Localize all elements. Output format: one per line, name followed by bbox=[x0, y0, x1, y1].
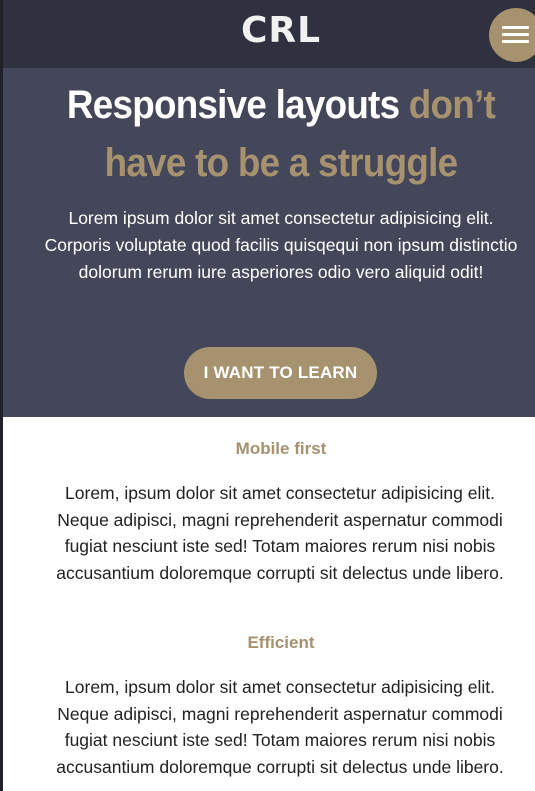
hamburger-menu-icon bbox=[502, 26, 529, 29]
hero-title-main: Responsive layouts bbox=[66, 83, 409, 127]
hamburger-menu-icon-bar bbox=[502, 33, 529, 36]
hamburger-menu-icon-bar bbox=[502, 40, 529, 43]
hero-title: Responsive layouts don’t have to be a st… bbox=[25, 76, 535, 192]
page: CRL Responsive layouts don’t have to be … bbox=[0, 0, 535, 791]
menu-button[interactable] bbox=[489, 8, 535, 62]
site-logo[interactable]: CRL bbox=[3, 10, 535, 51]
feature-title-efficient: Efficient bbox=[247, 633, 315, 652]
feature-title-mobile-first: Mobile first bbox=[235, 439, 327, 458]
feature-text-mobile-first: Lorem, ipsum dolor sit amet consectetur … bbox=[56, 483, 504, 583]
hero-section: Responsive layouts don’t have to be a st… bbox=[3, 68, 535, 417]
learn-button[interactable]: I WANT TO LEARN bbox=[184, 347, 377, 399]
site-header: CRL bbox=[3, 0, 535, 68]
feature-text-efficient: Lorem, ipsum dolor sit amet consectetur … bbox=[56, 677, 504, 777]
hero-description: Lorem ipsum dolor sit amet consectetur a… bbox=[44, 208, 518, 282]
